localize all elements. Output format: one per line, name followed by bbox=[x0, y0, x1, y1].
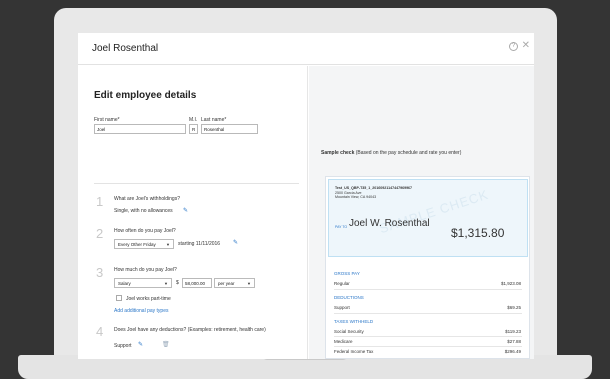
tax-row-label: Medicare bbox=[334, 339, 353, 344]
payee-name: Joel W. Rosenthal bbox=[349, 218, 430, 229]
pay-frequency-value: Every Other Friday bbox=[118, 242, 156, 247]
company-line-3: Mountain View, CA 94043 bbox=[335, 195, 377, 199]
add-pay-types-link[interactable]: Add additional pay types bbox=[114, 308, 168, 314]
tax-row-value: $119.23 bbox=[505, 329, 521, 334]
sample-check-label: Sample check (Based on the pay schedule … bbox=[321, 150, 461, 156]
divider bbox=[334, 336, 522, 337]
title-bar: Joel Rosenthal ? ✕ bbox=[78, 33, 534, 65]
divider bbox=[334, 289, 522, 290]
step-number-2: 2 bbox=[96, 226, 104, 241]
gross-pay-title: GROSS PAY bbox=[334, 271, 360, 276]
deduction-item-label: Support bbox=[114, 343, 132, 349]
sample-check-panel: Sample check (Based on the pay schedule … bbox=[309, 66, 534, 359]
first-name-input[interactable]: Joel bbox=[94, 124, 186, 134]
help-icon[interactable]: ? bbox=[509, 42, 518, 51]
tax-row-label: Federal Income Tax bbox=[334, 349, 374, 354]
tax-row-value: $27.88 bbox=[507, 339, 521, 344]
deduction-row-label: Support bbox=[334, 305, 350, 310]
pay-amount-question: How much do you pay Joel? bbox=[114, 267, 177, 273]
part-time-checkbox[interactable] bbox=[116, 295, 122, 301]
close-icon[interactable]: ✕ bbox=[522, 40, 530, 51]
part-time-label: Joel works part-time bbox=[126, 296, 171, 302]
pay-period-value: per year bbox=[218, 281, 235, 286]
first-name-label: First name* bbox=[94, 117, 120, 123]
pay-period-select[interactable]: per year ▼ bbox=[214, 278, 255, 288]
edit-withholdings-pencil-icon[interactable]: ✎ bbox=[183, 207, 188, 214]
employee-form-panel: Edit employee details First name* M.I. L… bbox=[78, 66, 308, 359]
taxes-title: TAXES WITHHELD bbox=[334, 319, 374, 324]
sample-check-title: Sample check bbox=[321, 150, 355, 156]
pay-to-label: PAY TO bbox=[335, 225, 348, 229]
check-amount: $1,315.80 bbox=[451, 226, 505, 240]
section-divider bbox=[94, 183, 299, 184]
pay-start-date: starting 11/11/2016 bbox=[178, 241, 221, 247]
trash-icon[interactable]: 🗑 bbox=[162, 341, 170, 348]
tax-row-label: Social Security bbox=[334, 329, 364, 334]
check-face: SAMPLE CHECK Test_US_QBP-T35_1_201609211… bbox=[328, 179, 528, 257]
edit-deduction-pencil-icon[interactable]: ✎ bbox=[138, 341, 143, 348]
chevron-down-icon: ▼ bbox=[247, 281, 251, 286]
edit-start-date-pencil-icon[interactable]: ✎ bbox=[233, 239, 238, 246]
step-number-3: 3 bbox=[96, 265, 104, 280]
gross-row-value: $1,923.08 bbox=[500, 281, 521, 286]
currency-symbol: $ bbox=[176, 280, 179, 286]
chevron-down-icon: ▼ bbox=[166, 242, 170, 247]
company-line-1: Test_US_QBP-T35_1_20160921147447969967 bbox=[335, 186, 413, 190]
stage: Joel Rosenthal ? ✕ Edit employee details… bbox=[0, 0, 610, 379]
sample-check-note: (Based on the pay schedule and rate you … bbox=[355, 150, 462, 156]
divider bbox=[334, 346, 522, 347]
deductions-question: Does Joel have any deductions? (Examples… bbox=[114, 327, 266, 333]
pay-type-value: Salary bbox=[118, 281, 131, 286]
pay-amount-input[interactable]: 58,000.00 bbox=[182, 278, 212, 288]
sample-check: SAMPLE CHECK Test_US_QBP-T35_1_201609211… bbox=[325, 176, 530, 359]
divider bbox=[334, 313, 522, 314]
gross-row-label: Regular bbox=[334, 281, 350, 286]
form-heading: Edit employee details bbox=[94, 90, 197, 101]
withholdings-question: What are Joel's withholdings? bbox=[114, 196, 180, 202]
pay-type-select[interactable]: Salary ▼ bbox=[114, 278, 172, 288]
laptop-screen: Joel Rosenthal ? ✕ Edit employee details… bbox=[78, 33, 534, 359]
tax-row-value: $296.49 bbox=[504, 349, 521, 354]
deduction-row-value: $69.25 bbox=[507, 305, 521, 310]
mi-input[interactable]: R bbox=[189, 124, 198, 134]
last-name-input[interactable]: Rosenthal bbox=[201, 124, 258, 134]
mi-label: M.I. bbox=[189, 117, 198, 123]
step-number-4: 4 bbox=[96, 324, 104, 339]
last-name-label: Last name* bbox=[201, 117, 227, 123]
chevron-down-icon: ▼ bbox=[164, 281, 168, 286]
step-number-1: 1 bbox=[96, 194, 104, 209]
deductions-title: DEDUCTIONS bbox=[334, 295, 364, 300]
withholdings-answer: Single, with no allowances bbox=[114, 208, 173, 214]
pay-frequency-select[interactable]: Every Other Friday ▼ bbox=[114, 239, 174, 249]
window-title: Joel Rosenthal bbox=[92, 43, 159, 54]
pay-frequency-question: How often do you pay Joel? bbox=[114, 228, 176, 234]
